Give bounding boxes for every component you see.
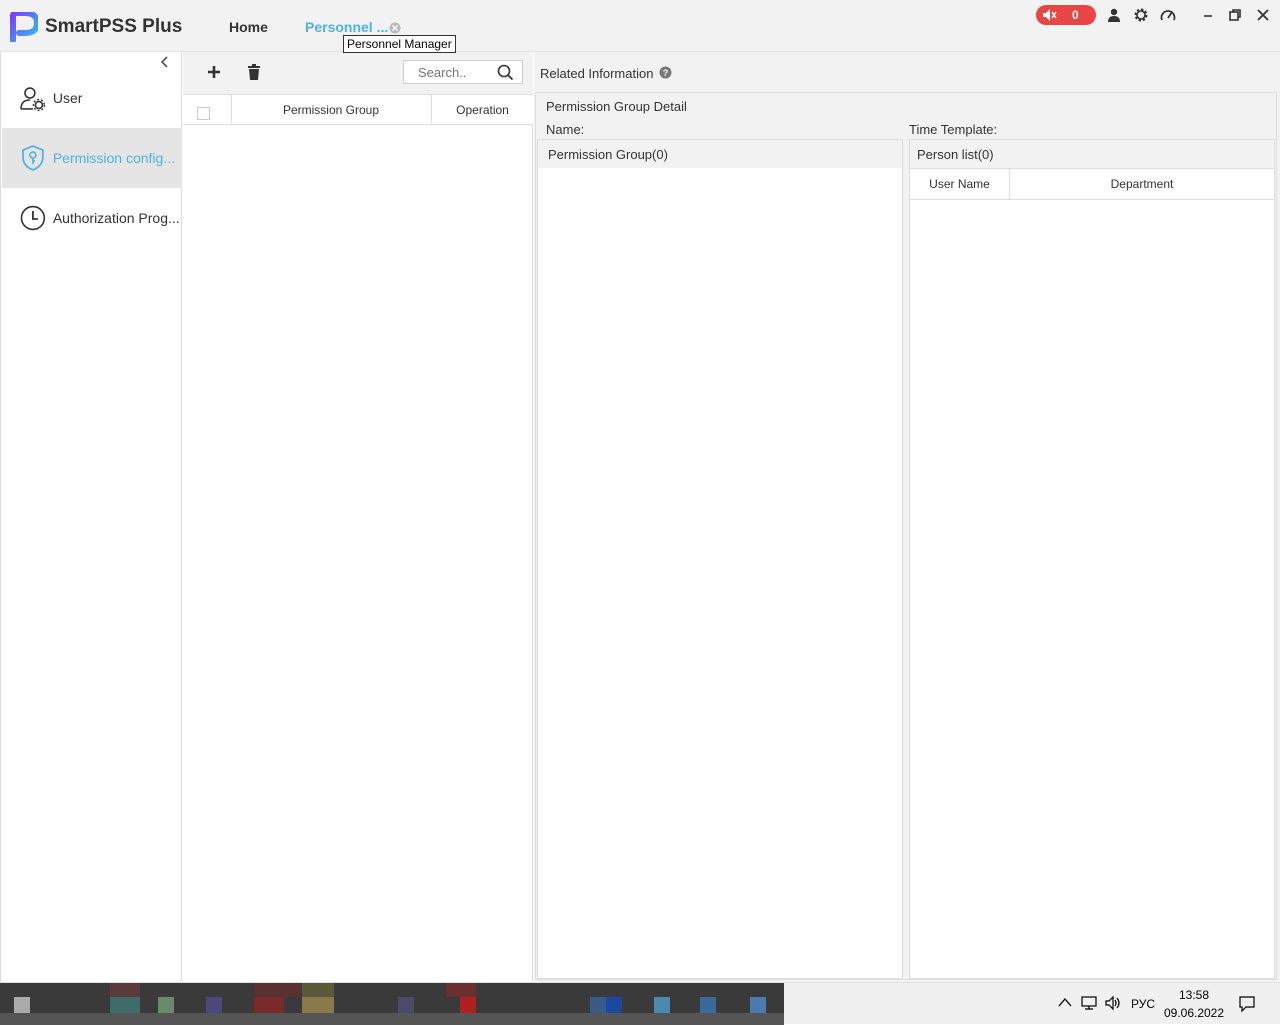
tab-close-icon[interactable]	[389, 22, 401, 34]
related-information-title: Related Information	[540, 66, 654, 81]
sidebar-item-authorization-progress[interactable]: Authorization Prog...	[2, 188, 182, 248]
user-gear-icon	[20, 87, 46, 112]
search-box	[403, 60, 523, 84]
title-bar: SmartPSS Plus Home Personnel ... Personn…	[0, 0, 1280, 53]
alarm-sound-icon	[1043, 9, 1057, 21]
column-header-user-name[interactable]: User Name	[910, 177, 1009, 191]
delete-icon[interactable]	[247, 64, 261, 80]
minimize-icon[interactable]	[1200, 7, 1216, 23]
person-list: Person list(0) User Name Department	[909, 139, 1275, 979]
taskbar-pinned-apps[interactable]	[0, 983, 784, 1025]
select-all-checkbox[interactable]	[197, 107, 210, 120]
sidebar: User Permission config... Authorization …	[0, 52, 182, 982]
restore-icon[interactable]	[1227, 7, 1243, 23]
sidebar-item-label: User	[52, 90, 83, 106]
column-header-permission-group[interactable]: Permission Group	[231, 103, 431, 117]
app-title: SmartPSS Plus	[45, 16, 183, 37]
search-icon[interactable]	[497, 64, 514, 81]
network-icon[interactable]	[1080, 995, 1098, 1011]
search-input[interactable]	[404, 61, 494, 83]
show-hidden-icons-icon[interactable]	[1058, 997, 1072, 1007]
permission-group-list-panel: Permission Group Operation	[183, 52, 533, 982]
shield-key-icon	[22, 145, 44, 171]
smartpss-logo-icon	[10, 12, 38, 42]
alarm-badge[interactable]: 0	[1036, 5, 1096, 25]
tab-personnel[interactable]: Personnel ...	[305, 19, 388, 35]
column-header-operation[interactable]: Operation	[432, 103, 533, 117]
person-list-header: Person list(0)	[910, 140, 1274, 169]
notification-icon[interactable]	[1238, 995, 1256, 1013]
add-icon[interactable]	[207, 65, 221, 79]
help-icon[interactable]: ?	[659, 66, 672, 79]
close-icon[interactable]	[1255, 7, 1271, 23]
person-table-header: User Name Department	[910, 169, 1274, 200]
column-header-department[interactable]: Department	[1010, 177, 1274, 191]
permission-group-list: Permission Group(0)	[537, 139, 903, 979]
volume-icon[interactable]	[1104, 995, 1122, 1011]
sidebar-item-label: Permission config...	[52, 150, 175, 166]
person-list-count: Person list(0)	[917, 147, 994, 162]
permission-group-detail: Permission Group Detail Name: Time Templ…	[535, 92, 1277, 980]
tab-home[interactable]: Home	[229, 19, 268, 35]
list-table-header: Permission Group Operation	[183, 94, 533, 125]
detail-title: Permission Group Detail	[546, 99, 687, 114]
alarm-count: 0	[1072, 8, 1079, 22]
svg-text:?: ?	[663, 68, 669, 78]
sidebar-item-label: Authorization Prog...	[52, 210, 180, 226]
performance-gauge-icon[interactable]	[1160, 7, 1176, 23]
taskbar: РУС 13:58 09.06.2022	[0, 982, 1280, 1025]
clock-icon	[20, 205, 46, 231]
permission-group-list-header: Permission Group(0)	[538, 140, 902, 168]
clock-time[interactable]: 13:58	[1162, 988, 1226, 1002]
permission-group-count: Permission Group(0)	[548, 147, 668, 162]
sidebar-item-permission-config[interactable]: Permission config...	[2, 128, 182, 188]
sidebar-item-user[interactable]: User	[2, 68, 182, 128]
user-icon[interactable]	[1106, 7, 1122, 23]
clock-date[interactable]: 09.06.2022	[1162, 1006, 1226, 1020]
list-toolbar	[183, 52, 533, 94]
time-template-label: Time Template:	[909, 122, 998, 137]
gear-icon[interactable]	[1133, 7, 1149, 23]
tab-tooltip: Personnel Manager	[343, 35, 456, 53]
input-language[interactable]: РУС	[1131, 997, 1155, 1011]
collapse-sidebar-icon[interactable]	[158, 55, 172, 69]
name-label: Name:	[546, 122, 585, 137]
related-information-panel: Related Information ? Permission Group D…	[534, 52, 1280, 982]
